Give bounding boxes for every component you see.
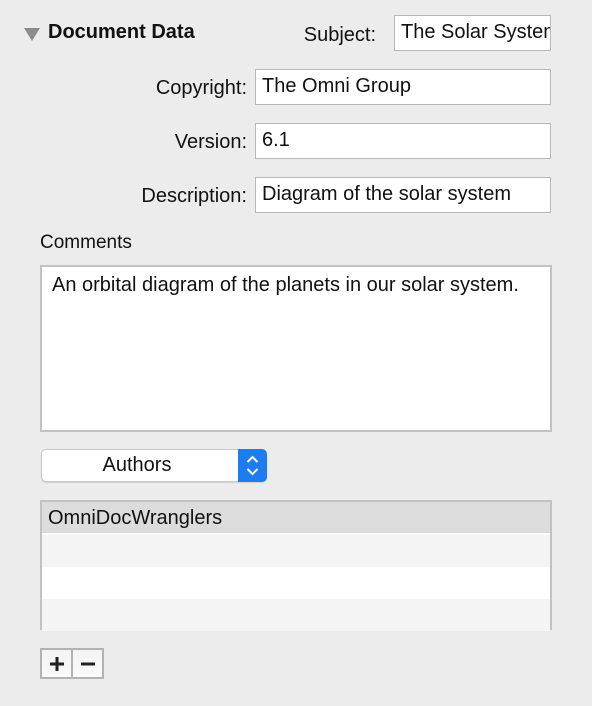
comments-label: Comments: [40, 232, 132, 253]
up-down-chevron-icon: [238, 449, 267, 482]
add-remove-control: [40, 648, 104, 679]
plus-icon: [49, 656, 64, 671]
list-item[interactable]: OmniDocWranglers: [42, 502, 550, 535]
description-field[interactable]: Diagram of the solar system: [255, 177, 551, 213]
subject-field[interactable]: The Solar System: [394, 15, 551, 51]
authors-popup-button[interactable]: Authors: [41, 449, 267, 482]
list-item[interactable]: [42, 535, 550, 567]
comments-textarea[interactable]: An orbital diagram of the planets in our…: [40, 265, 552, 432]
description-label: Description:: [141, 185, 247, 207]
remove-author-button[interactable]: [71, 650, 102, 677]
popup-selected-label: Authors: [102, 454, 172, 476]
version-field[interactable]: 6.1: [255, 123, 551, 159]
copyright-field[interactable]: The Omni Group: [255, 69, 551, 105]
authors-list[interactable]: OmniDocWranglers: [40, 500, 552, 631]
copyright-label: Copyright:: [155, 77, 247, 99]
section-title: Document Data: [48, 21, 195, 43]
subject-label: Subject:: [303, 24, 376, 46]
list-item[interactable]: [42, 567, 550, 599]
disclosure-triangle-icon[interactable]: [24, 28, 40, 41]
minus-icon: [80, 662, 95, 665]
list-item[interactable]: [42, 599, 550, 631]
version-label: Version:: [174, 131, 247, 153]
add-author-button[interactable]: [42, 650, 71, 677]
